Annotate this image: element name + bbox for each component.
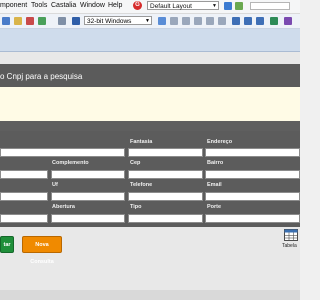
- castalia-icon[interactable]: G: [133, 1, 142, 10]
- result-fields-panel: Fantasia Endereço Complemento Cep Bairro…: [0, 131, 300, 227]
- tipo-label: Tipo: [130, 204, 142, 210]
- bairro-field[interactable]: [205, 170, 300, 179]
- chevron-down-icon: ▼: [212, 3, 217, 9]
- platform-combo-value: 32-bit Windows: [87, 18, 132, 25]
- target-icon[interactable]: [58, 17, 66, 25]
- email-field[interactable]: [205, 192, 300, 201]
- abertura-field[interactable]: [51, 214, 125, 223]
- menu-tools[interactable]: Tools: [31, 2, 47, 9]
- razao-social-field[interactable]: [0, 148, 125, 157]
- pause-icon[interactable]: [206, 17, 214, 25]
- platform-combo[interactable]: 32-bit Windows ▼: [84, 16, 152, 25]
- numero-field[interactable]: [0, 170, 48, 179]
- porte-field[interactable]: [205, 214, 300, 223]
- component-icon[interactable]: [270, 17, 278, 25]
- fantasia-field[interactable]: [128, 148, 203, 157]
- consultar-button[interactable]: tar: [0, 236, 14, 253]
- windows-icon: [72, 17, 80, 25]
- chevron-down-icon: ▼: [145, 18, 150, 24]
- uf-label: Uf: [52, 182, 58, 188]
- unit-icon[interactable]: [256, 17, 264, 25]
- menu-help[interactable]: Help: [108, 2, 122, 9]
- telefone-label: Telefone: [130, 182, 153, 188]
- menu-component[interactable]: mponent: [0, 2, 27, 9]
- open-icon[interactable]: [2, 17, 10, 25]
- stop-icon[interactable]: [26, 17, 34, 25]
- menu-castalia[interactable]: Castalia: [51, 2, 76, 9]
- cnpj-input-area[interactable]: [0, 87, 300, 122]
- telefone-field[interactable]: [128, 192, 203, 201]
- divider: [0, 121, 300, 131]
- complemento-label: Complemento: [52, 160, 89, 166]
- layout-apply-icon[interactable]: [235, 2, 243, 10]
- layout-combo[interactable]: Default Layout ▼: [147, 1, 219, 10]
- cep-field[interactable]: [128, 170, 203, 179]
- situacao-field[interactable]: [0, 214, 48, 223]
- design-band: [0, 29, 300, 52]
- endereco-field[interactable]: [205, 148, 300, 157]
- page-title: o Cnpj para a pesquisa: [0, 72, 83, 81]
- table-label: Tabela: [282, 243, 297, 249]
- cidade-field[interactable]: [0, 192, 48, 201]
- layout-combo-value: Default Layout: [150, 3, 192, 10]
- nova-consulta-button[interactable]: Nova Consulta: [22, 236, 62, 265]
- uf-field[interactable]: [51, 192, 125, 201]
- form-icon[interactable]: [244, 17, 252, 25]
- bairro-label: Bairro: [207, 160, 224, 166]
- save-icon[interactable]: [14, 17, 22, 25]
- porte-label: Porte: [207, 204, 222, 210]
- table-icon[interactable]: [284, 229, 298, 241]
- endereco-label: Endereço: [207, 139, 233, 145]
- menu-window[interactable]: Window: [80, 2, 105, 9]
- bottom-strip: [0, 290, 300, 300]
- cep-label: Cep: [130, 160, 141, 166]
- step-icon[interactable]: [170, 17, 178, 25]
- reset-icon[interactable]: [218, 17, 226, 25]
- ide-search-input[interactable]: [250, 2, 290, 10]
- tipo-field[interactable]: [128, 214, 203, 223]
- debug-icon[interactable]: [158, 17, 166, 25]
- email-label: Email: [207, 182, 222, 188]
- palette-icon[interactable]: [284, 17, 292, 25]
- menu-bar: mponent Tools Castalia Window Help G Def…: [0, 0, 300, 14]
- abertura-label: Abertura: [52, 204, 75, 210]
- step-over-icon[interactable]: [182, 17, 190, 25]
- run-icon[interactable]: [38, 17, 46, 25]
- layout-save-icon[interactable]: [224, 2, 232, 10]
- toggle-icon[interactable]: [232, 17, 240, 25]
- toolbar: 32-bit Windows ▼: [0, 14, 300, 29]
- complemento-field[interactable]: [51, 170, 125, 179]
- step-into-icon[interactable]: [194, 17, 202, 25]
- fantasia-label: Fantasia: [130, 139, 153, 145]
